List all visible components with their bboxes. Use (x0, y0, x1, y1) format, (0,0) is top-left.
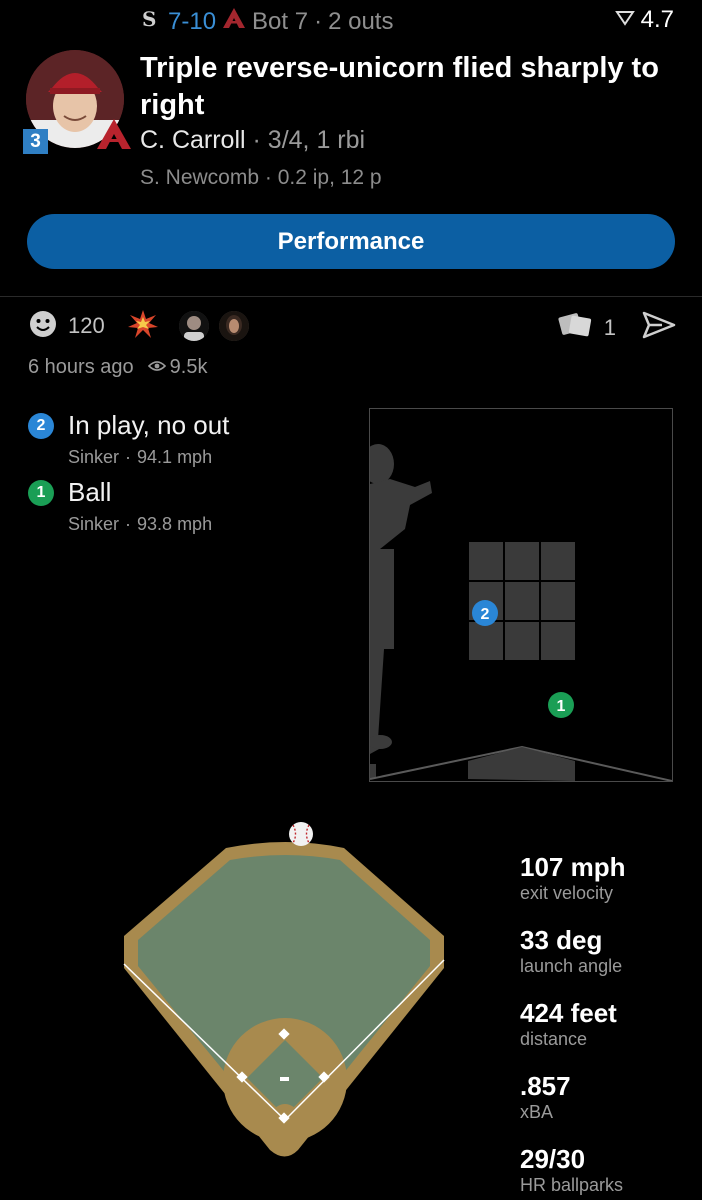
pitch-number-badge: 2 (28, 412, 54, 439)
stat-hr-ballparks: 29/30 HR ballparks (520, 1144, 623, 1196)
pitch-type: Sinker (68, 447, 120, 467)
pitch-type: Sinker (68, 514, 120, 534)
batter-silhouette (370, 444, 432, 778)
stat-value: 424 feet (520, 998, 617, 1028)
stat-label: xBA (520, 1102, 554, 1122)
pitch-number-badge: 1 (28, 479, 54, 506)
time-ago: 6 hours ago (28, 356, 134, 378)
stat-label: exit velocity (520, 883, 614, 903)
white-sox-logo-icon: S (140, 6, 162, 37)
pitch-result: In play, no out (68, 410, 230, 440)
stat-value: 107 mph (520, 852, 626, 882)
svg-text:S: S (142, 7, 156, 30)
game-score: 7-10 (168, 7, 217, 35)
pitch-list-item[interactable]: 2 In play, no out Sinker · 94.1 mph (28, 410, 229, 468)
separator: · (125, 514, 132, 534)
diamondbacks-logo-icon (96, 118, 132, 155)
reactions-bar[interactable]: 120 (28, 308, 249, 344)
cards-icon[interactable] (556, 310, 594, 346)
stat-distance: 424 feet distance (520, 998, 617, 1050)
views: 9.5k (147, 356, 208, 379)
batting-order-badge: 3 (23, 129, 48, 154)
svg-text:2: 2 (481, 606, 490, 623)
stat-label: launch angle (520, 956, 623, 976)
play-rating[interactable]: 4.7 (614, 6, 674, 34)
view-count: 9.5k (169, 356, 208, 378)
send-icon[interactable] (642, 311, 676, 345)
funnel-down-icon (614, 6, 635, 34)
rating-value: 4.7 (640, 6, 674, 33)
reactor-avatar (218, 311, 249, 341)
inning: Bot 7 (252, 7, 309, 35)
stat-value: 33 deg (520, 925, 603, 955)
pitch-list-item[interactable]: 1 Ball Sinker · 93.8 mph (28, 477, 212, 535)
pitch-result: Ball (68, 477, 112, 507)
svg-text:1: 1 (557, 698, 566, 715)
smiley-icon[interactable] (28, 309, 58, 344)
pitcher-line[interactable]: S. Newcomb · 0.2 ip, 12 p (140, 166, 382, 190)
reaction-count: 120 (68, 313, 105, 338)
stat-launch-angle: 33 deg launch angle (520, 925, 622, 977)
divider (0, 296, 702, 297)
game-status-line[interactable]: S 7-10 Bot 7 · 2 outs (140, 6, 393, 37)
stat-value: 29/30 (520, 1144, 586, 1174)
pitch-marker: 1 (548, 692, 574, 718)
pitch-speed: 93.8 mph (137, 514, 213, 534)
outs: 2 outs (328, 7, 394, 35)
batter-line[interactable]: C. Carroll · 3/4, 1 rbi (140, 126, 365, 155)
pitch-marker: 2 (472, 600, 498, 626)
explosion-emoji-icon (127, 309, 159, 344)
batter-stats: · 3/4, 1 rbi (252, 126, 366, 154)
post-meta: 6 hours ago 9.5k (28, 356, 207, 379)
strike-zone-graphic: 2 1 (370, 444, 672, 781)
batter-name: C. Carroll (140, 126, 246, 154)
stat-xba: .857 xBA (520, 1071, 571, 1123)
stat-exit-velocity: 107 mph exit velocity (520, 852, 626, 904)
diamondbacks-logo-icon (222, 7, 246, 36)
share-count: 1 (603, 315, 616, 340)
baseball-icon (289, 822, 313, 846)
share-area[interactable]: 1 (556, 310, 676, 346)
reactor-avatar (178, 311, 209, 341)
eye-icon (147, 356, 166, 379)
stat-value: .857 (520, 1071, 571, 1101)
play-title: Triple reverse-unicorn flied sharply to … (140, 52, 659, 121)
separator: · (125, 447, 132, 467)
stat-label: distance (520, 1029, 588, 1049)
pitch-speed: 94.1 mph (137, 447, 213, 467)
stat-label: HR ballparks (520, 1175, 624, 1195)
performance-button[interactable]: Performance (27, 214, 675, 269)
spray-chart-field (118, 818, 452, 1163)
separator: · (314, 7, 323, 35)
strike-zone-panel[interactable]: 2 1 (369, 408, 673, 782)
